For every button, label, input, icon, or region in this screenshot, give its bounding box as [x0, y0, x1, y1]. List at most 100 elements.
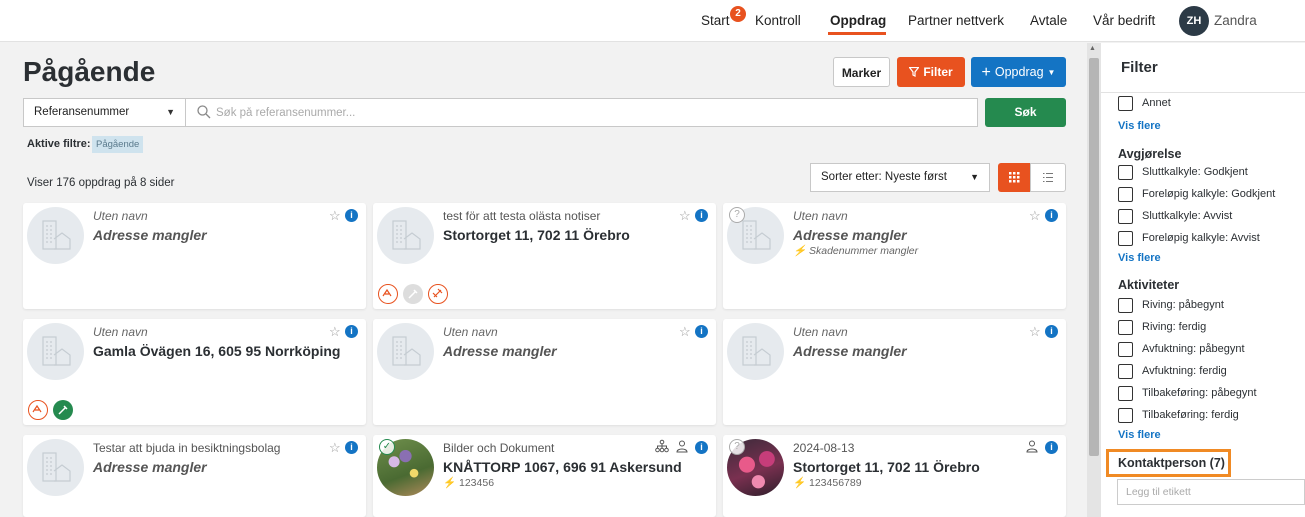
- building-placeholder-icon: [27, 323, 84, 380]
- active-tab-underline: [828, 32, 886, 35]
- checkbox[interactable]: [1118, 386, 1133, 401]
- scrollbar-thumb[interactable]: [1089, 58, 1099, 456]
- oppdrag-card[interactable]: Uten navn Adresse mangler ☆ i: [373, 319, 716, 425]
- page-title: Pågående: [23, 56, 156, 87]
- sort-select-value: Sorter etter: Nyeste først: [821, 171, 947, 183]
- nav-oppdrag[interactable]: Oppdrag: [830, 13, 886, 28]
- oppdrag-card[interactable]: ✓ Bilder och Dokument KNÅTTORP 1067, 696…: [373, 435, 716, 517]
- demolition-activity-icon: [378, 284, 398, 304]
- plus-icon: +: [981, 64, 991, 81]
- favorite-star-icon[interactable]: ☆: [329, 324, 341, 340]
- nav-kontroll[interactable]: Kontroll: [755, 13, 801, 28]
- nav-var-bedrift[interactable]: Vår bedrift: [1093, 13, 1155, 28]
- info-icon[interactable]: i: [695, 325, 708, 338]
- card-subtitle: Bilder och Dokument: [443, 441, 555, 455]
- checkbox[interactable]: [1118, 408, 1133, 423]
- question-status-icon: ?: [729, 207, 745, 223]
- oppdrag-card[interactable]: test för att testa olästa notiser Storto…: [373, 203, 716, 309]
- oppdrag-card[interactable]: ? 2024-08-13 Stortorget 11, 702 11 Örebr…: [723, 435, 1066, 517]
- nav-start[interactable]: Start: [701, 13, 730, 28]
- checkbox[interactable]: [1118, 96, 1133, 111]
- nav-partner-nettverk[interactable]: Partner nettverk: [908, 13, 1004, 28]
- search-button[interactable]: Søk: [985, 98, 1066, 127]
- show-more-link[interactable]: Vis flere: [1118, 120, 1161, 132]
- kontaktperson-heading[interactable]: Kontaktperson (7): [1118, 456, 1225, 470]
- card-claim-number: ⚡ Skadenummer mangler: [793, 244, 918, 257]
- results-count: Viser 176 oppdrag på 8 sider: [27, 177, 175, 189]
- add-oppdrag-button[interactable]: + Oppdrag ▼: [971, 57, 1066, 87]
- oppdrag-card[interactable]: Uten navn Adresse mangler ☆ i: [23, 203, 366, 309]
- nav-avtale[interactable]: Avtale: [1030, 13, 1067, 28]
- filter-icon: [908, 66, 921, 77]
- show-more-link[interactable]: Vis flere: [1118, 429, 1161, 441]
- info-icon[interactable]: i: [1045, 325, 1058, 338]
- building-placeholder-icon: [377, 207, 434, 264]
- person-icon[interactable]: [1025, 439, 1039, 453]
- checkbox[interactable]: [1118, 320, 1133, 335]
- tag-input[interactable]: [1118, 480, 1288, 504]
- building-placeholder-icon: [27, 439, 84, 496]
- scroll-up-icon[interactable]: ▲: [1089, 45, 1096, 52]
- oppdrag-card[interactable]: Uten navn Adresse mangler ☆ i: [723, 319, 1066, 425]
- info-icon[interactable]: i: [1045, 441, 1058, 454]
- list-view-button[interactable]: [1030, 163, 1066, 192]
- card-address: Stortorget 11, 702 11 Örebro: [443, 227, 630, 243]
- checkbox[interactable]: [1118, 298, 1133, 313]
- info-icon[interactable]: i: [1045, 209, 1058, 222]
- avgjorelse-heading: Avgjørelse: [1118, 147, 1182, 161]
- search-icon: [197, 105, 211, 119]
- filter-option-label: Riving: påbegynt: [1142, 299, 1224, 311]
- info-icon[interactable]: i: [695, 209, 708, 222]
- oppdrag-card[interactable]: Testar att bjuda in besiktningsbolag Adr…: [23, 435, 366, 517]
- favorite-star-icon[interactable]: ☆: [1029, 324, 1041, 340]
- card-subtitle: Uten navn: [793, 209, 848, 223]
- search-field-select[interactable]: Referansenummer ▼: [23, 98, 186, 127]
- grid-icon: [1009, 172, 1020, 183]
- checkbox[interactable]: [1118, 165, 1133, 180]
- favorite-star-icon[interactable]: ☆: [679, 208, 691, 224]
- filter-option-label: Riving: ferdig: [1142, 321, 1207, 333]
- checkbox[interactable]: [1118, 342, 1133, 357]
- checkbox[interactable]: [1118, 209, 1133, 224]
- filter-option-label: Sluttkalkyle: Godkjent: [1142, 166, 1248, 178]
- card-address: Adresse mangler: [93, 227, 207, 243]
- show-more-link[interactable]: Vis flere: [1118, 252, 1161, 264]
- top-navigation: Start 2 Kontroll Oppdrag Partner nettver…: [0, 0, 1305, 42]
- info-icon[interactable]: i: [345, 209, 358, 222]
- organization-icon[interactable]: [655, 439, 669, 453]
- user-name[interactable]: Zandra: [1214, 13, 1257, 28]
- checkbox[interactable]: [1118, 364, 1133, 379]
- notification-badge: 2: [730, 6, 746, 22]
- card-claim-number: ⚡ 123456: [443, 476, 494, 489]
- filter-sidebar-title: Filter: [1121, 59, 1158, 76]
- active-filters-label: Aktive filtre:: [27, 138, 91, 150]
- active-filter-chip[interactable]: Pågående: [92, 136, 144, 153]
- grid-view-button[interactable]: [998, 163, 1030, 192]
- filter-button-label: Filter: [923, 65, 953, 79]
- card-subtitle: Uten navn: [793, 325, 848, 339]
- checkbox[interactable]: [1118, 187, 1133, 202]
- checkbox[interactable]: [1118, 231, 1133, 246]
- favorite-star-icon[interactable]: ☆: [1029, 208, 1041, 224]
- oppdrag-card[interactable]: ? Uten navn Adresse mangler ⚡ Skadenumme…: [723, 203, 1066, 309]
- sort-select[interactable]: Sorter etter: Nyeste først ▼: [810, 163, 990, 192]
- restore-activity-icon: [428, 284, 448, 304]
- card-address: Adresse mangler: [443, 343, 557, 359]
- search-box[interactable]: [186, 98, 978, 127]
- oppdrag-card[interactable]: Uten navn Gamla Övägen 16, 605 95 Norrkö…: [23, 319, 366, 425]
- favorite-star-icon[interactable]: ☆: [329, 208, 341, 224]
- user-avatar[interactable]: ZH: [1179, 6, 1209, 36]
- info-icon[interactable]: i: [345, 325, 358, 338]
- info-icon[interactable]: i: [345, 441, 358, 454]
- person-icon[interactable]: [675, 439, 689, 453]
- favorite-star-icon[interactable]: ☆: [679, 324, 691, 340]
- info-icon[interactable]: i: [695, 441, 708, 454]
- filter-option-label: Tilbakeføring: påbegynt: [1142, 387, 1257, 399]
- marker-button[interactable]: Marker: [833, 57, 890, 87]
- favorite-star-icon[interactable]: ☆: [329, 440, 341, 456]
- search-input[interactable]: [216, 103, 956, 123]
- filter-button[interactable]: Filter: [897, 57, 965, 87]
- tag-input-box[interactable]: [1117, 479, 1305, 505]
- chevron-down-icon: ▼: [970, 172, 979, 182]
- filter-option-label: Tilbakeføring: ferdig: [1142, 409, 1239, 421]
